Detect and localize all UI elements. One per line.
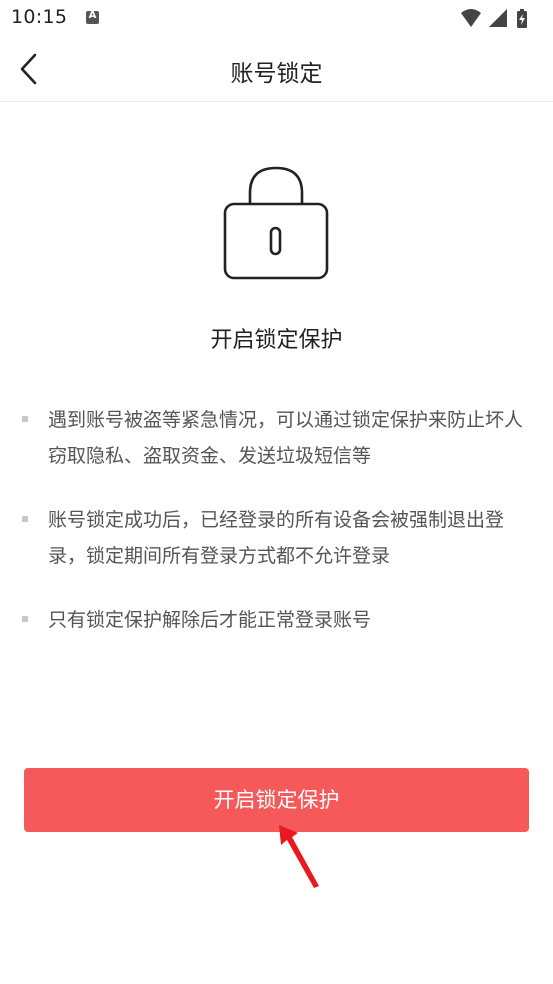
wifi-icon — [461, 9, 481, 27]
battery-charging-icon — [517, 9, 527, 28]
lock-icon — [223, 166, 329, 280]
bullet-icon — [22, 516, 28, 522]
page-title: 账号锁定 — [230, 61, 323, 87]
signal-icon — [489, 9, 507, 27]
status-icons — [459, 8, 539, 30]
pointer-arrow-icon — [272, 820, 326, 890]
lock-illustration — [222, 166, 332, 282]
section-heading: 开启锁定保护 — [210, 328, 343, 353]
info-text: 只有锁定保护解除后才能正常登录账号 — [48, 609, 372, 631]
info-text: 遇到账号被盗等紧急情况，可以通过锁定保护来防止坏人窃取隐私、盗取资金、发送垃圾短… — [48, 409, 524, 467]
notification-icon-glyph: A — [88, 10, 97, 21]
status-bar: 10:15 A — [0, 0, 553, 38]
info-text: 账号锁定成功后，已经登录的所有设备会被强制退出登录，锁定期间所有登录方式都不允许… — [48, 509, 505, 567]
notification-icon: A — [86, 10, 99, 24]
status-time: 10:15 — [11, 6, 68, 28]
bullet-icon — [22, 616, 28, 622]
bullet-icon — [22, 416, 28, 422]
top-bar: 账号锁定 — [0, 38, 553, 102]
